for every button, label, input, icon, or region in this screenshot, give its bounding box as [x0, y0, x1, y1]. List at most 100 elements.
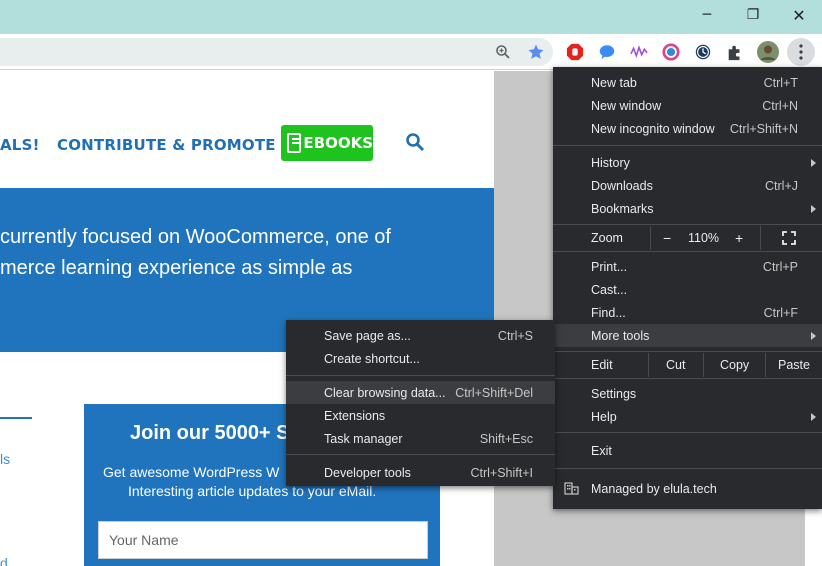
menu-shortcut: Ctrl+Shift+N	[729, 121, 798, 136]
name-input[interactable]	[98, 521, 428, 559]
menu-label: Bookmarks	[591, 201, 654, 216]
menu-item-new-window[interactable]: New window Ctrl+N	[553, 94, 822, 117]
chevron-right-icon	[811, 331, 816, 340]
copy-button[interactable]: Copy	[720, 358, 749, 372]
menu-item-bookmarks[interactable]: Bookmarks	[553, 197, 822, 220]
menu-separator	[286, 375, 555, 376]
wave-extension-icon[interactable]	[629, 42, 649, 62]
menu-label: Cast...	[591, 282, 628, 297]
bookmark-star-icon[interactable]	[526, 42, 546, 62]
close-button[interactable]: ✕	[776, 0, 822, 30]
menu-label: Extensions	[324, 408, 386, 423]
extensions-puzzle-icon[interactable]	[725, 42, 745, 62]
subscribe-title: Join our 5000+ S	[130, 422, 290, 444]
submenu-item-developer-tools[interactable]: Developer tools Ctrl+Shift+I	[286, 461, 555, 484]
sidebar-divider	[0, 417, 32, 419]
menu-label: Exit	[591, 443, 612, 458]
chrome-main-menu: New tab Ctrl+T New window Ctrl+N New inc…	[553, 67, 822, 509]
menu-label: Settings	[591, 386, 637, 401]
paste-button[interactable]: Paste	[778, 358, 810, 372]
sidebar-link-fragment[interactable]: d	[0, 555, 8, 566]
chat-extension-icon[interactable]	[597, 42, 617, 62]
menu-shortcut: Ctrl+J	[765, 178, 798, 193]
menu-row-edit: Edit Cut Copy Paste	[553, 353, 822, 377]
menu-label: Help	[591, 409, 617, 424]
menu-separator	[553, 351, 822, 352]
color-picker-extension-icon[interactable]	[661, 42, 681, 62]
zoom-icon[interactable]	[494, 43, 512, 61]
book-icon	[287, 133, 302, 153]
nav-link-contribute[interactable]: CONTRIBUTE & PROMOTE	[57, 136, 276, 154]
submenu-item-save-page[interactable]: Save page as... Ctrl+S	[286, 324, 555, 347]
fullscreen-icon[interactable]	[781, 230, 797, 246]
adblock-extension-icon[interactable]	[565, 42, 585, 62]
cut-button[interactable]: Cut	[666, 358, 685, 372]
menu-item-new-tab[interactable]: New tab Ctrl+T	[553, 71, 822, 94]
menu-label: Edit	[591, 358, 613, 372]
profile-avatar[interactable]	[757, 41, 779, 63]
search-icon[interactable]	[404, 131, 426, 153]
menu-item-cast[interactable]: Cast...	[553, 278, 822, 301]
chevron-right-icon	[811, 204, 816, 213]
chevron-right-icon	[811, 412, 816, 421]
menu-label: Zoom	[591, 231, 623, 245]
intro-line-2: merce learning experience as simple as	[0, 257, 353, 279]
menu-item-find[interactable]: Find... Ctrl+F	[553, 301, 822, 324]
menu-item-downloads[interactable]: Downloads Ctrl+J	[553, 174, 822, 197]
menu-item-exit[interactable]: Exit	[553, 439, 822, 462]
menu-separator	[553, 145, 822, 146]
zoom-cell-divider	[760, 226, 761, 250]
chevron-right-icon	[811, 158, 816, 167]
menu-shortcut: Shift+Esc	[479, 431, 533, 446]
menu-separator	[553, 432, 822, 433]
menu-label: More tools	[591, 328, 650, 343]
menu-item-print[interactable]: Print... Ctrl+P	[553, 255, 822, 278]
subscribe-text-1: Get awesome WordPress W	[103, 464, 280, 480]
menu-item-settings[interactable]: Settings	[553, 382, 822, 405]
clock-extension-icon[interactable]	[693, 42, 713, 62]
menu-separator	[553, 378, 822, 379]
edit-cell-divider	[765, 353, 766, 377]
menu-item-more-tools[interactable]: More tools	[553, 324, 822, 347]
zoom-out-button[interactable]: −	[663, 230, 671, 246]
menu-label: New tab	[591, 75, 637, 90]
menu-shortcut: Ctrl+T	[763, 75, 798, 90]
submenu-item-task-manager[interactable]: Task manager Shift+Esc	[286, 427, 555, 450]
minimize-button[interactable]: ─	[684, 0, 730, 30]
menu-shortcut: Ctrl+Shift+I	[470, 465, 533, 480]
menu-item-history[interactable]: History	[553, 151, 822, 174]
menu-row-zoom: Zoom − 110% +	[553, 226, 822, 250]
ebooks-button[interactable]: EBOOKS	[281, 125, 373, 161]
menu-label: Developer tools	[324, 465, 411, 480]
menu-shortcut: Ctrl+N	[762, 98, 798, 113]
menu-label: Task manager	[324, 431, 403, 446]
menu-separator	[286, 454, 555, 455]
menu-separator	[553, 251, 822, 252]
zoom-cell-divider	[650, 226, 651, 250]
submenu-item-clear-browsing-data[interactable]: Clear browsing data... Ctrl+Shift+Del	[286, 381, 555, 404]
menu-separator	[553, 224, 822, 225]
submenu-item-extensions[interactable]: Extensions	[286, 404, 555, 427]
menu-shortcut: Ctrl+P	[762, 259, 798, 274]
restore-button[interactable]: ❐	[730, 0, 776, 30]
menu-label: Downloads	[591, 178, 653, 193]
menu-separator	[553, 468, 822, 469]
menu-label: Clear browsing data...	[324, 385, 446, 400]
zoom-in-button[interactable]: +	[735, 230, 743, 246]
address-bar[interactable]	[0, 38, 553, 66]
nav-link-fragment[interactable]: ALS!	[0, 136, 40, 154]
more-tools-submenu: Save page as... Ctrl+S Create shortcut..…	[286, 320, 555, 486]
menu-item-help[interactable]: Help	[553, 405, 822, 428]
menu-item-managed[interactable]: Managed by elula.tech	[553, 477, 822, 500]
building-icon	[563, 480, 579, 496]
submenu-item-create-shortcut[interactable]: Create shortcut...	[286, 347, 555, 370]
intro-line-1: currently focused on WooCommerce, one of	[0, 226, 391, 248]
menu-label: Create shortcut...	[324, 351, 420, 366]
menu-label: Find...	[591, 305, 626, 320]
sidebar-link-fragment[interactable]: ls	[0, 451, 10, 467]
kebab-menu-icon[interactable]	[787, 38, 815, 66]
menu-label: New window	[591, 98, 662, 113]
edit-cell-divider	[648, 353, 649, 377]
menu-item-new-incognito[interactable]: New incognito window Ctrl+Shift+N	[553, 117, 822, 140]
menu-label: Save page as...	[324, 328, 411, 343]
